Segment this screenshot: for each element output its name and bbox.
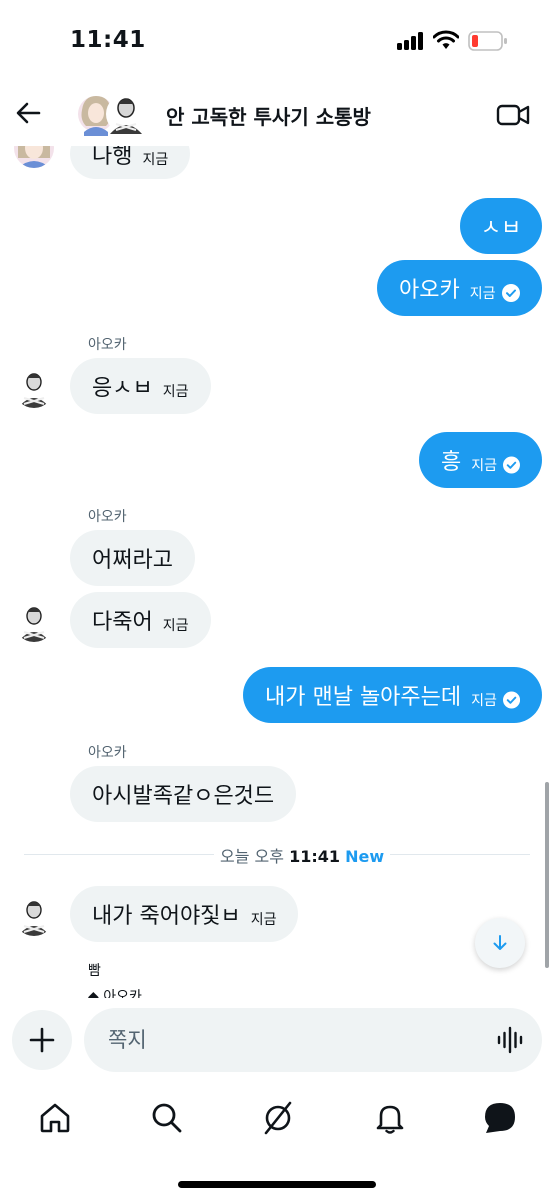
divider-label: 오늘 오후 11:41 New — [214, 843, 391, 866]
wifi-icon — [433, 30, 459, 49]
message-text: 응ㅅㅂ — [92, 376, 153, 401]
home-icon — [40, 1103, 70, 1133]
tab-notifications[interactable] — [370, 1098, 410, 1138]
message-input-container — [84, 1008, 542, 1072]
message-time: 지금 — [162, 384, 189, 400]
divider-date: 오늘 오후 — [220, 847, 284, 866]
notifications-icon — [376, 1105, 404, 1134]
sender-avatar[interactable] — [14, 896, 54, 936]
message-text: 흥 — [441, 450, 462, 475]
character-avatar-icon — [14, 602, 54, 642]
search-icon — [152, 1103, 182, 1133]
conversation-header: 안 고독한 투사기 소통방 — [0, 84, 554, 146]
messages-icon — [485, 1103, 515, 1133]
message-text: 아시발족같ㅇ은것드 — [92, 784, 275, 809]
battery-low-icon — [468, 31, 507, 51]
cellular-signal-icon — [397, 32, 425, 50]
sender-avatar[interactable] — [14, 368, 54, 408]
voice-message-icon[interactable] — [496, 1026, 526, 1054]
message-input[interactable] — [108, 1008, 468, 1072]
scrollbar[interactable] — [545, 782, 549, 968]
sender-name: 아오카 — [88, 745, 127, 761]
message-bubble-outgoing[interactable]: 아오카 지금 — [377, 260, 542, 316]
message-bubble-incoming[interactable]: 다죽어 지금 — [70, 592, 211, 648]
bottom-tab-bar — [0, 1082, 554, 1200]
message-preview-text: 빰 — [88, 963, 101, 979]
message-text: ㅅㅂ — [480, 216, 522, 241]
message-text: 내가 맨날 놀아주는데 — [265, 685, 462, 710]
grok-icon — [264, 1101, 292, 1135]
read-receipt-icon — [503, 456, 520, 474]
plus-icon — [29, 1027, 55, 1053]
message-time: 지금 — [471, 458, 498, 474]
new-badge: New — [345, 847, 385, 866]
read-receipt-icon — [501, 284, 520, 302]
message-time: 지금 — [469, 286, 496, 302]
read-receipt-icon — [502, 691, 520, 709]
sender-name: 아오카 — [88, 509, 127, 525]
sender-name: 아오카 — [88, 337, 127, 353]
group-avatar[interactable] — [76, 90, 150, 140]
divider-time: 11:41 — [289, 847, 340, 866]
sender-avatar[interactable] — [14, 146, 54, 168]
anime-avatar-icon — [14, 146, 54, 168]
character-avatar-icon — [14, 896, 54, 936]
tab-grok[interactable] — [258, 1098, 298, 1138]
message-composer — [0, 998, 554, 1082]
tab-home[interactable] — [35, 1098, 75, 1138]
message-bubble-outgoing[interactable]: ㅅㅂ — [460, 198, 542, 254]
video-call-icon[interactable] — [496, 100, 530, 130]
message-bubble-incoming[interactable]: 어쩌라고 — [70, 530, 195, 586]
add-attachment-button[interactable] — [12, 1010, 72, 1070]
home-indicator — [178, 1181, 376, 1188]
message-bubble-incoming[interactable]: 아시발족같ㅇ은것드 — [70, 766, 297, 822]
message-text: 내가 죽어야짗ㅂ — [92, 904, 241, 929]
message-text: 어쩌라고 — [92, 548, 173, 573]
message-time: 지금 — [162, 618, 189, 634]
back-arrow-icon[interactable] — [12, 96, 46, 130]
message-bubble-outgoing[interactable]: 내가 맨날 놀아주는데 지금 — [243, 667, 542, 723]
scroll-to-bottom-button[interactable] — [475, 918, 525, 968]
character-avatar-icon — [14, 368, 54, 408]
message-text: 다죽어 — [92, 610, 153, 635]
status-bar: 11:41 — [0, 0, 554, 84]
conversation-title[interactable]: 안 고독한 투사기 소통방 — [166, 101, 371, 130]
tab-messages[interactable] — [480, 1098, 520, 1138]
message-text: 아오카 — [399, 278, 460, 303]
message-bubble-outgoing[interactable]: 흥 지금 — [419, 432, 542, 488]
reply-reference: ◆ 아오카 — [88, 989, 142, 998]
arrow-down-icon — [493, 935, 507, 950]
status-time: 11:41 — [70, 27, 146, 53]
new-messages-divider: 오늘 오후 11:41 New — [24, 843, 530, 866]
sender-avatar[interactable] — [14, 602, 54, 642]
message-time: 지금 — [250, 912, 277, 928]
message-time: 지금 — [471, 693, 497, 709]
message-bubble-incoming[interactable]: 나행 지금 — [70, 146, 191, 179]
message-bubble-incoming[interactable]: 응ㅅㅂ 지금 — [70, 358, 211, 414]
message-time: 지금 — [142, 151, 169, 168]
tab-search[interactable] — [147, 1098, 187, 1138]
message-text: 나행 — [92, 146, 133, 169]
message-list[interactable]: 나행 지금 ㅅㅂ 아오카 지금 아오카 응ㅅㅂ 지금 흥 지금 아오카 어쩌라고 — [0, 146, 554, 998]
message-bubble-incoming[interactable]: 내가 죽어야짗ㅂ 지금 — [70, 886, 299, 942]
